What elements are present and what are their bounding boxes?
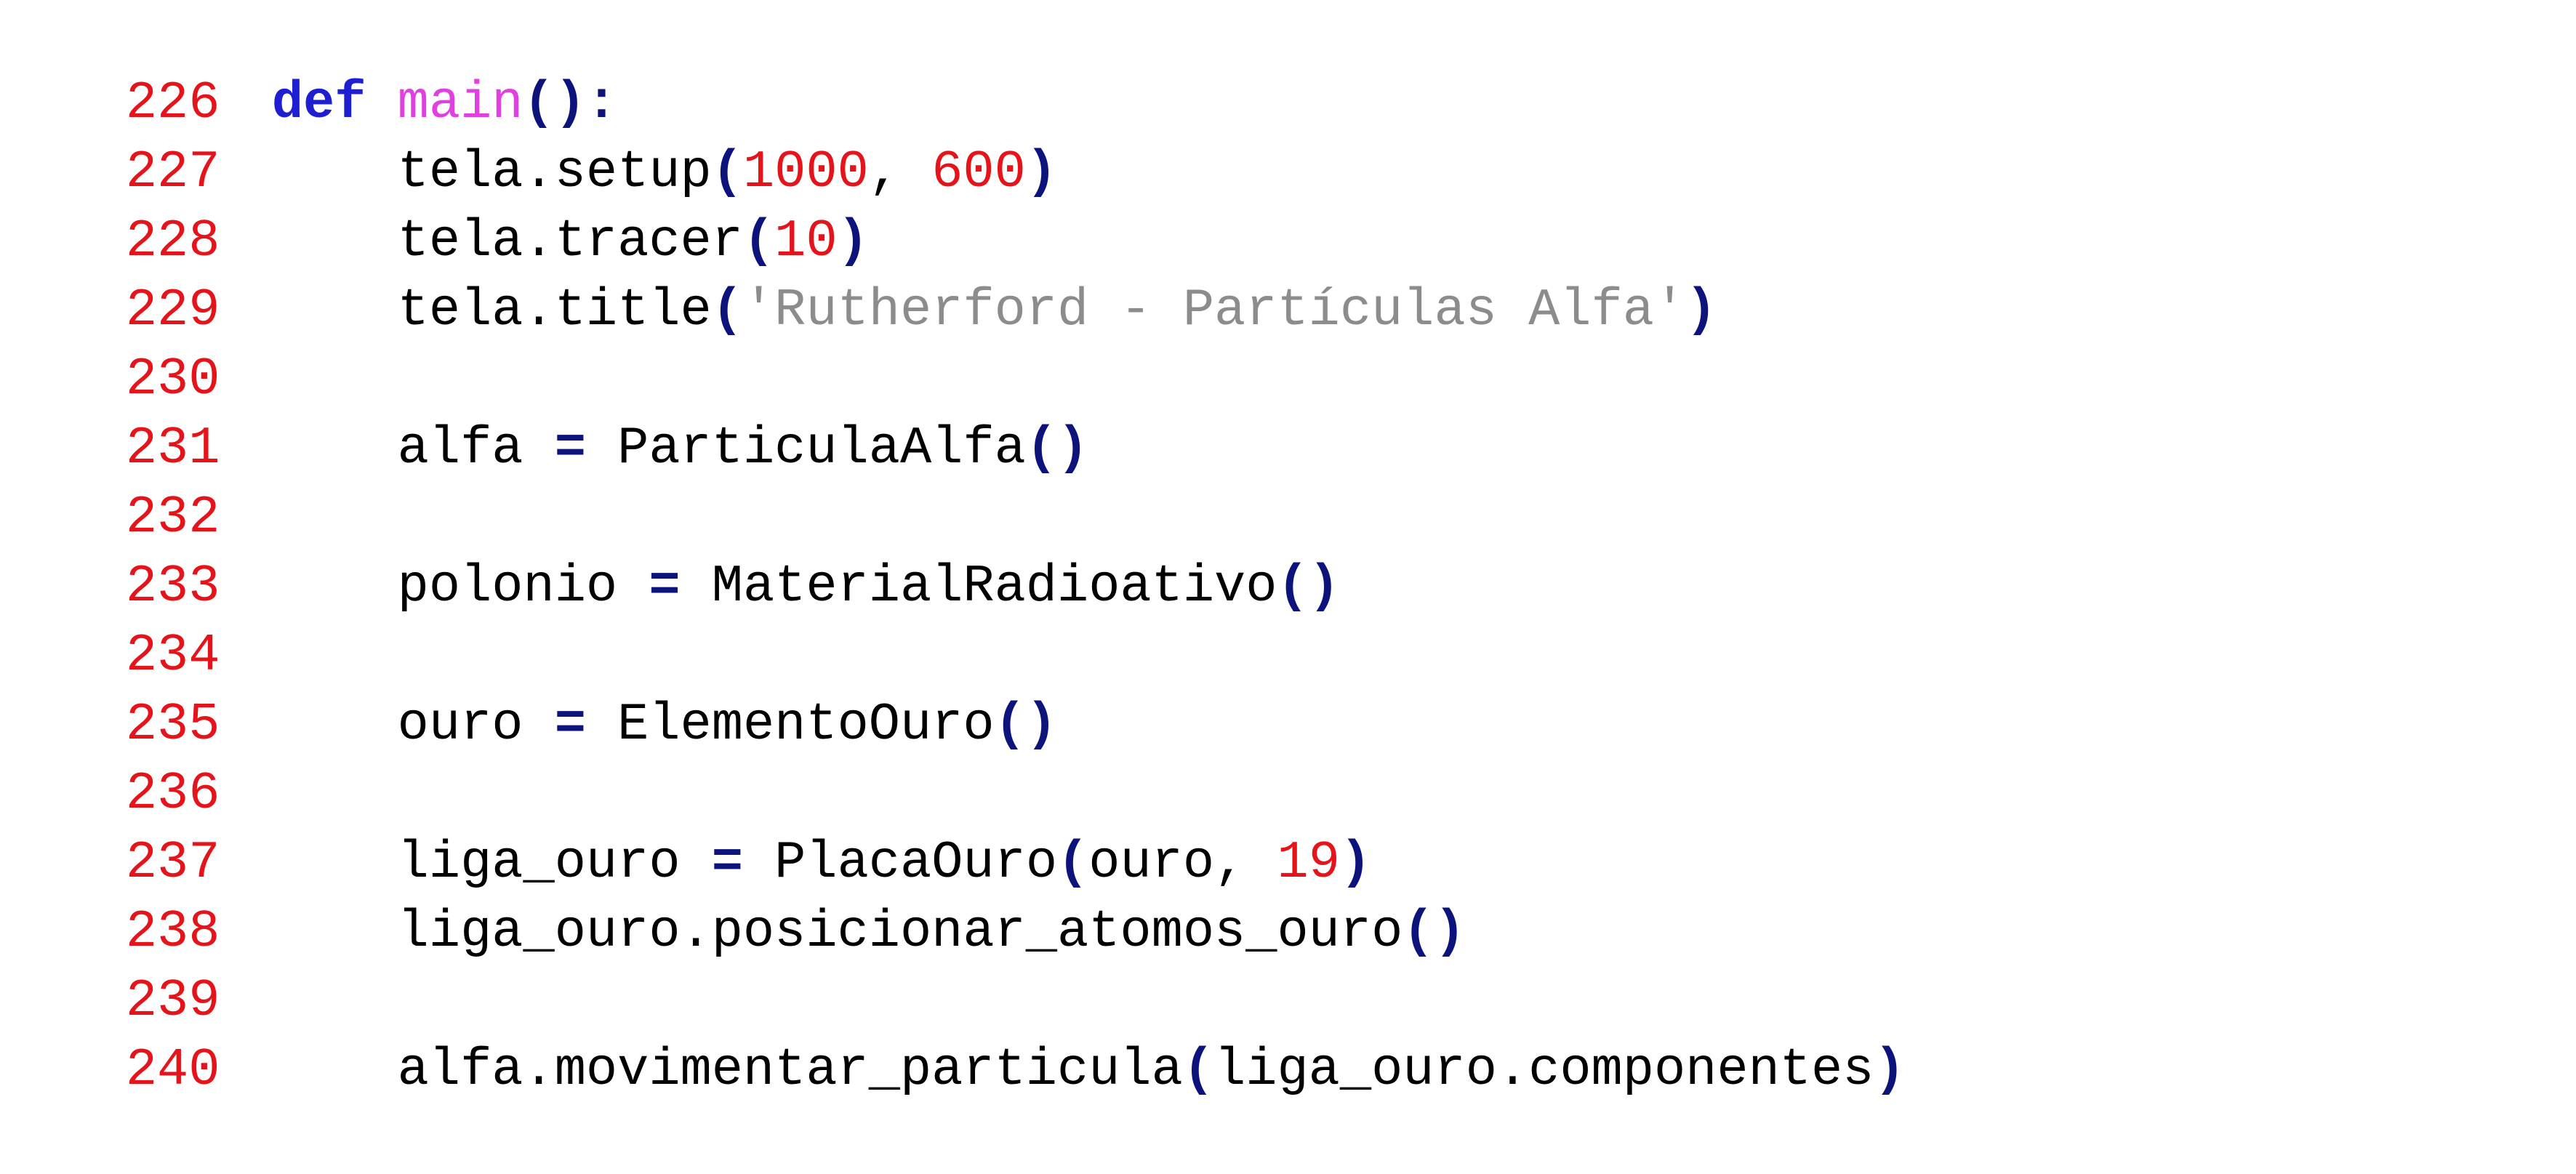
code-line-240[interactable]: 240 alfa.movimentar_particula(liga_ouro.…: [0, 967, 1906, 1100]
code-token: =: [554, 695, 586, 755]
code-line-229[interactable]: 229 tela.title('Rutherford - Partículas …: [0, 207, 1717, 340]
code-text: alfa = ParticulaAlfa(): [271, 414, 1089, 483]
code-token: 'Rutherford - Partículas Alfa': [742, 281, 1686, 340]
code-token: liga_ouro.componentes: [1214, 1040, 1874, 1100]
code-token: (): [1403, 902, 1466, 962]
code-line-228[interactable]: 228 tela.tracer(10): [0, 138, 869, 271]
code-token: (): [1025, 419, 1089, 478]
code-text: ouro = ElementoOuro(): [272, 691, 1057, 760]
code-line-239[interactable]: 239: [0, 898, 272, 1031]
code-line-236[interactable]: 236: [0, 691, 272, 824]
code-token: MaterialRadioativo: [680, 557, 1277, 616]
code-token: ParticulaAlfa: [585, 419, 1026, 478]
code-token: tela.title: [271, 281, 712, 340]
code-line-234[interactable]: 234: [0, 552, 272, 685]
code-token: =: [649, 557, 681, 616]
code-line-230[interactable]: 230: [0, 276, 272, 409]
code-token: (): [1277, 557, 1340, 616]
code-line-233[interactable]: 233 polonio = MaterialRadioativo(): [0, 483, 1340, 616]
code-token: (: [711, 281, 743, 340]
code-token: alfa.movimentar_particula: [271, 1040, 1183, 1100]
code-token: (: [1182, 1040, 1215, 1100]
code-token: ElementoOuro: [585, 695, 995, 755]
code-token: ouro: [271, 695, 555, 755]
code-text: alfa.movimentar_particula(liga_ouro.comp…: [272, 1036, 1906, 1105]
code-line-232[interactable]: 232: [0, 414, 272, 547]
line-number: 240: [125, 1040, 220, 1100]
code-token: =: [554, 419, 586, 478]
code-token: (): [994, 695, 1058, 755]
code-token: ): [1685, 281, 1717, 340]
code-line-235[interactable]: 235 ouro = ElementoOuro(): [0, 622, 1057, 755]
code-line-231[interactable]: 231 alfa = ParticulaAlfa(): [0, 345, 1088, 478]
code-line-238[interactable]: 238 liga_ouro.posicionar_atomos_ouro(): [0, 829, 1466, 962]
code-line-237[interactable]: 237 liga_ouro = PlacaOuro(ouro, 19): [0, 760, 1371, 893]
code-text: polonio = MaterialRadioativo(): [272, 552, 1340, 622]
code-line-226[interactable]: 226 def main():: [0, 0, 617, 133]
code-token: ): [1025, 142, 1058, 202]
code-token: polonio: [271, 557, 649, 616]
code-token: ,: [868, 142, 932, 202]
code-editor[interactable]: 226 def main(): 227 tela.setup(1000, 600)…: [0, 0, 2576, 1100]
code-token: alfa: [271, 419, 555, 478]
code-text: liga_ouro.posicionar_atomos_ouro(): [272, 898, 1466, 967]
code-token: 600: [931, 142, 1026, 202]
code-line-227[interactable]: 227 tela.setup(1000, 600): [0, 69, 1057, 202]
code-token: ): [1874, 1040, 1906, 1100]
code-token: liga_ouro.posicionar_atomos_ouro: [271, 902, 1403, 962]
code-text: tela.title('Rutherford - Partículas Alfa…: [272, 276, 1717, 345]
